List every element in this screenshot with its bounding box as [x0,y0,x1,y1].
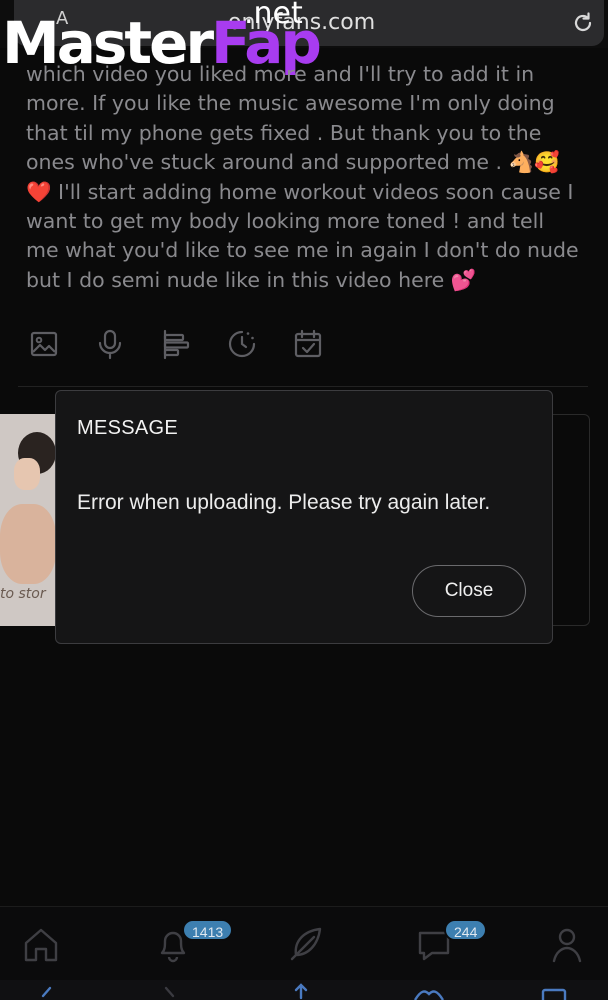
dialog-message: Error when uploading. Please try again l… [77,491,491,514]
home-icon[interactable] [18,921,64,967]
close-button[interactable]: Close [412,565,526,617]
thumbnail-caption: to stor [0,586,46,602]
messages-badge: 244 [444,919,488,941]
share-icon[interactable] [288,982,314,1000]
reload-icon[interactable] [570,10,596,36]
post-text: which video you liked more and I'll try … [26,62,579,292]
bottom-nav: 1413 244 [0,906,608,980]
dialog-title: MESSAGE [77,417,179,439]
error-dialog: MESSAGE Error when uploading. Please try… [55,390,553,644]
browser-toolbar [0,980,608,1000]
calendar-icon[interactable] [292,328,324,360]
bookmarks-icon[interactable] [412,986,446,1000]
story-thumbnail[interactable]: to stor [0,414,58,626]
microphone-icon[interactable] [94,328,126,360]
tabs-icon[interactable] [540,986,570,1000]
section-divider [18,386,588,387]
image-icon[interactable] [28,328,60,360]
feather-icon[interactable] [282,921,328,967]
notifications-badge: 1413 [182,919,234,941]
forward-icon[interactable] [158,984,180,1000]
poll-icon[interactable] [160,328,192,360]
timer-icon[interactable] [226,328,258,360]
back-icon[interactable] [36,984,58,1000]
profile-icon[interactable] [544,921,590,967]
